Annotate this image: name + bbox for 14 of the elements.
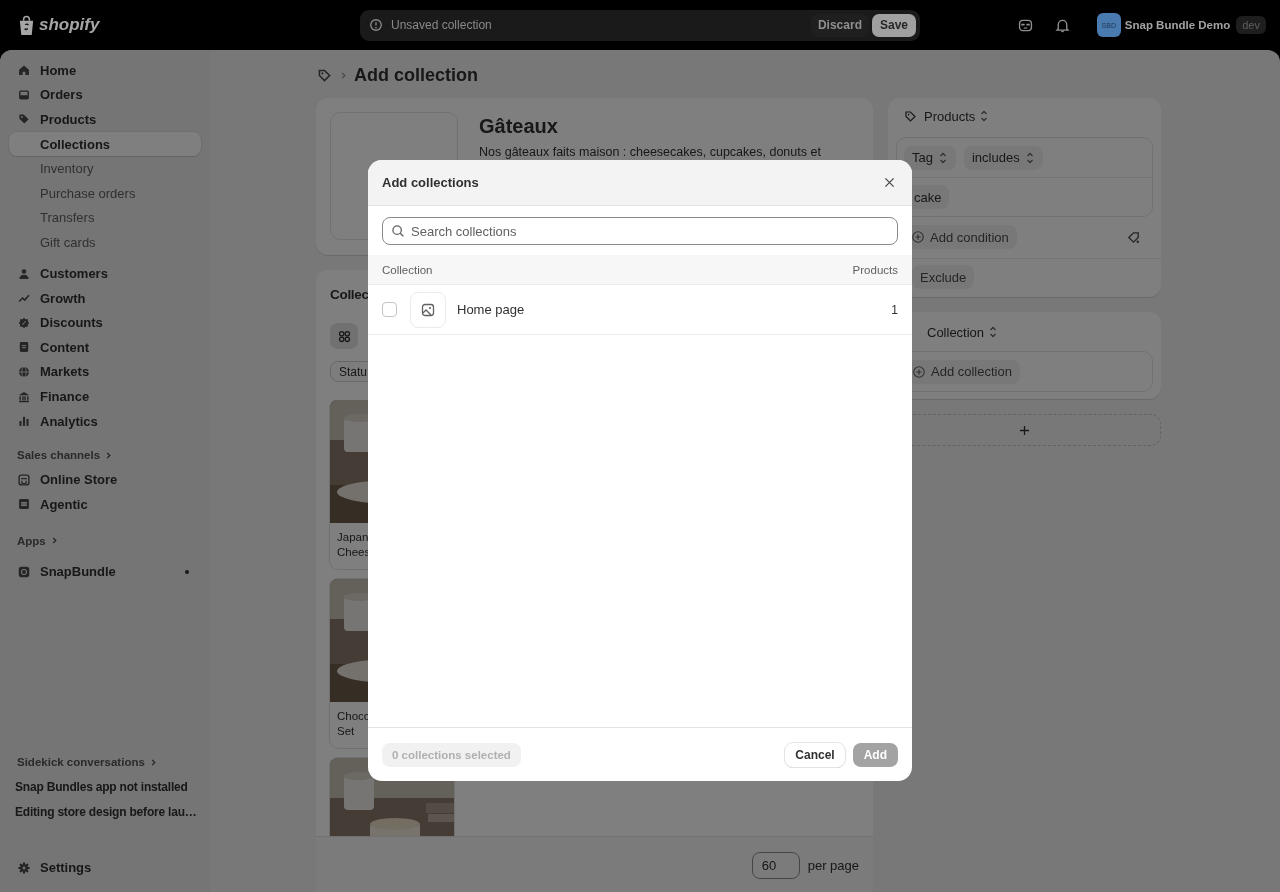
collection-title: Gâteaux (479, 115, 559, 138)
per-page-label: per page (807, 857, 859, 873)
environment-badge: dev (1236, 16, 1266, 34)
collection-name: Home page (457, 302, 525, 317)
product-count: 1 (891, 302, 898, 317)
column-header: Products (852, 263, 898, 276)
logo-wordmark: shopify (39, 15, 100, 35)
unsaved-message: Unsaved collection (391, 18, 492, 32)
selection-count: 0 collections selected (382, 742, 521, 767)
page-title: Add collection (354, 64, 478, 86)
collection-description: Nos gâteaux faits maison : cheesecakes, cupcakes, donuts et (479, 145, 821, 159)
dialog-title: Add collections (382, 175, 479, 190)
store-name: Snap Bundle Demo (1124, 19, 1231, 31)
column-header: Collection (382, 263, 433, 276)
